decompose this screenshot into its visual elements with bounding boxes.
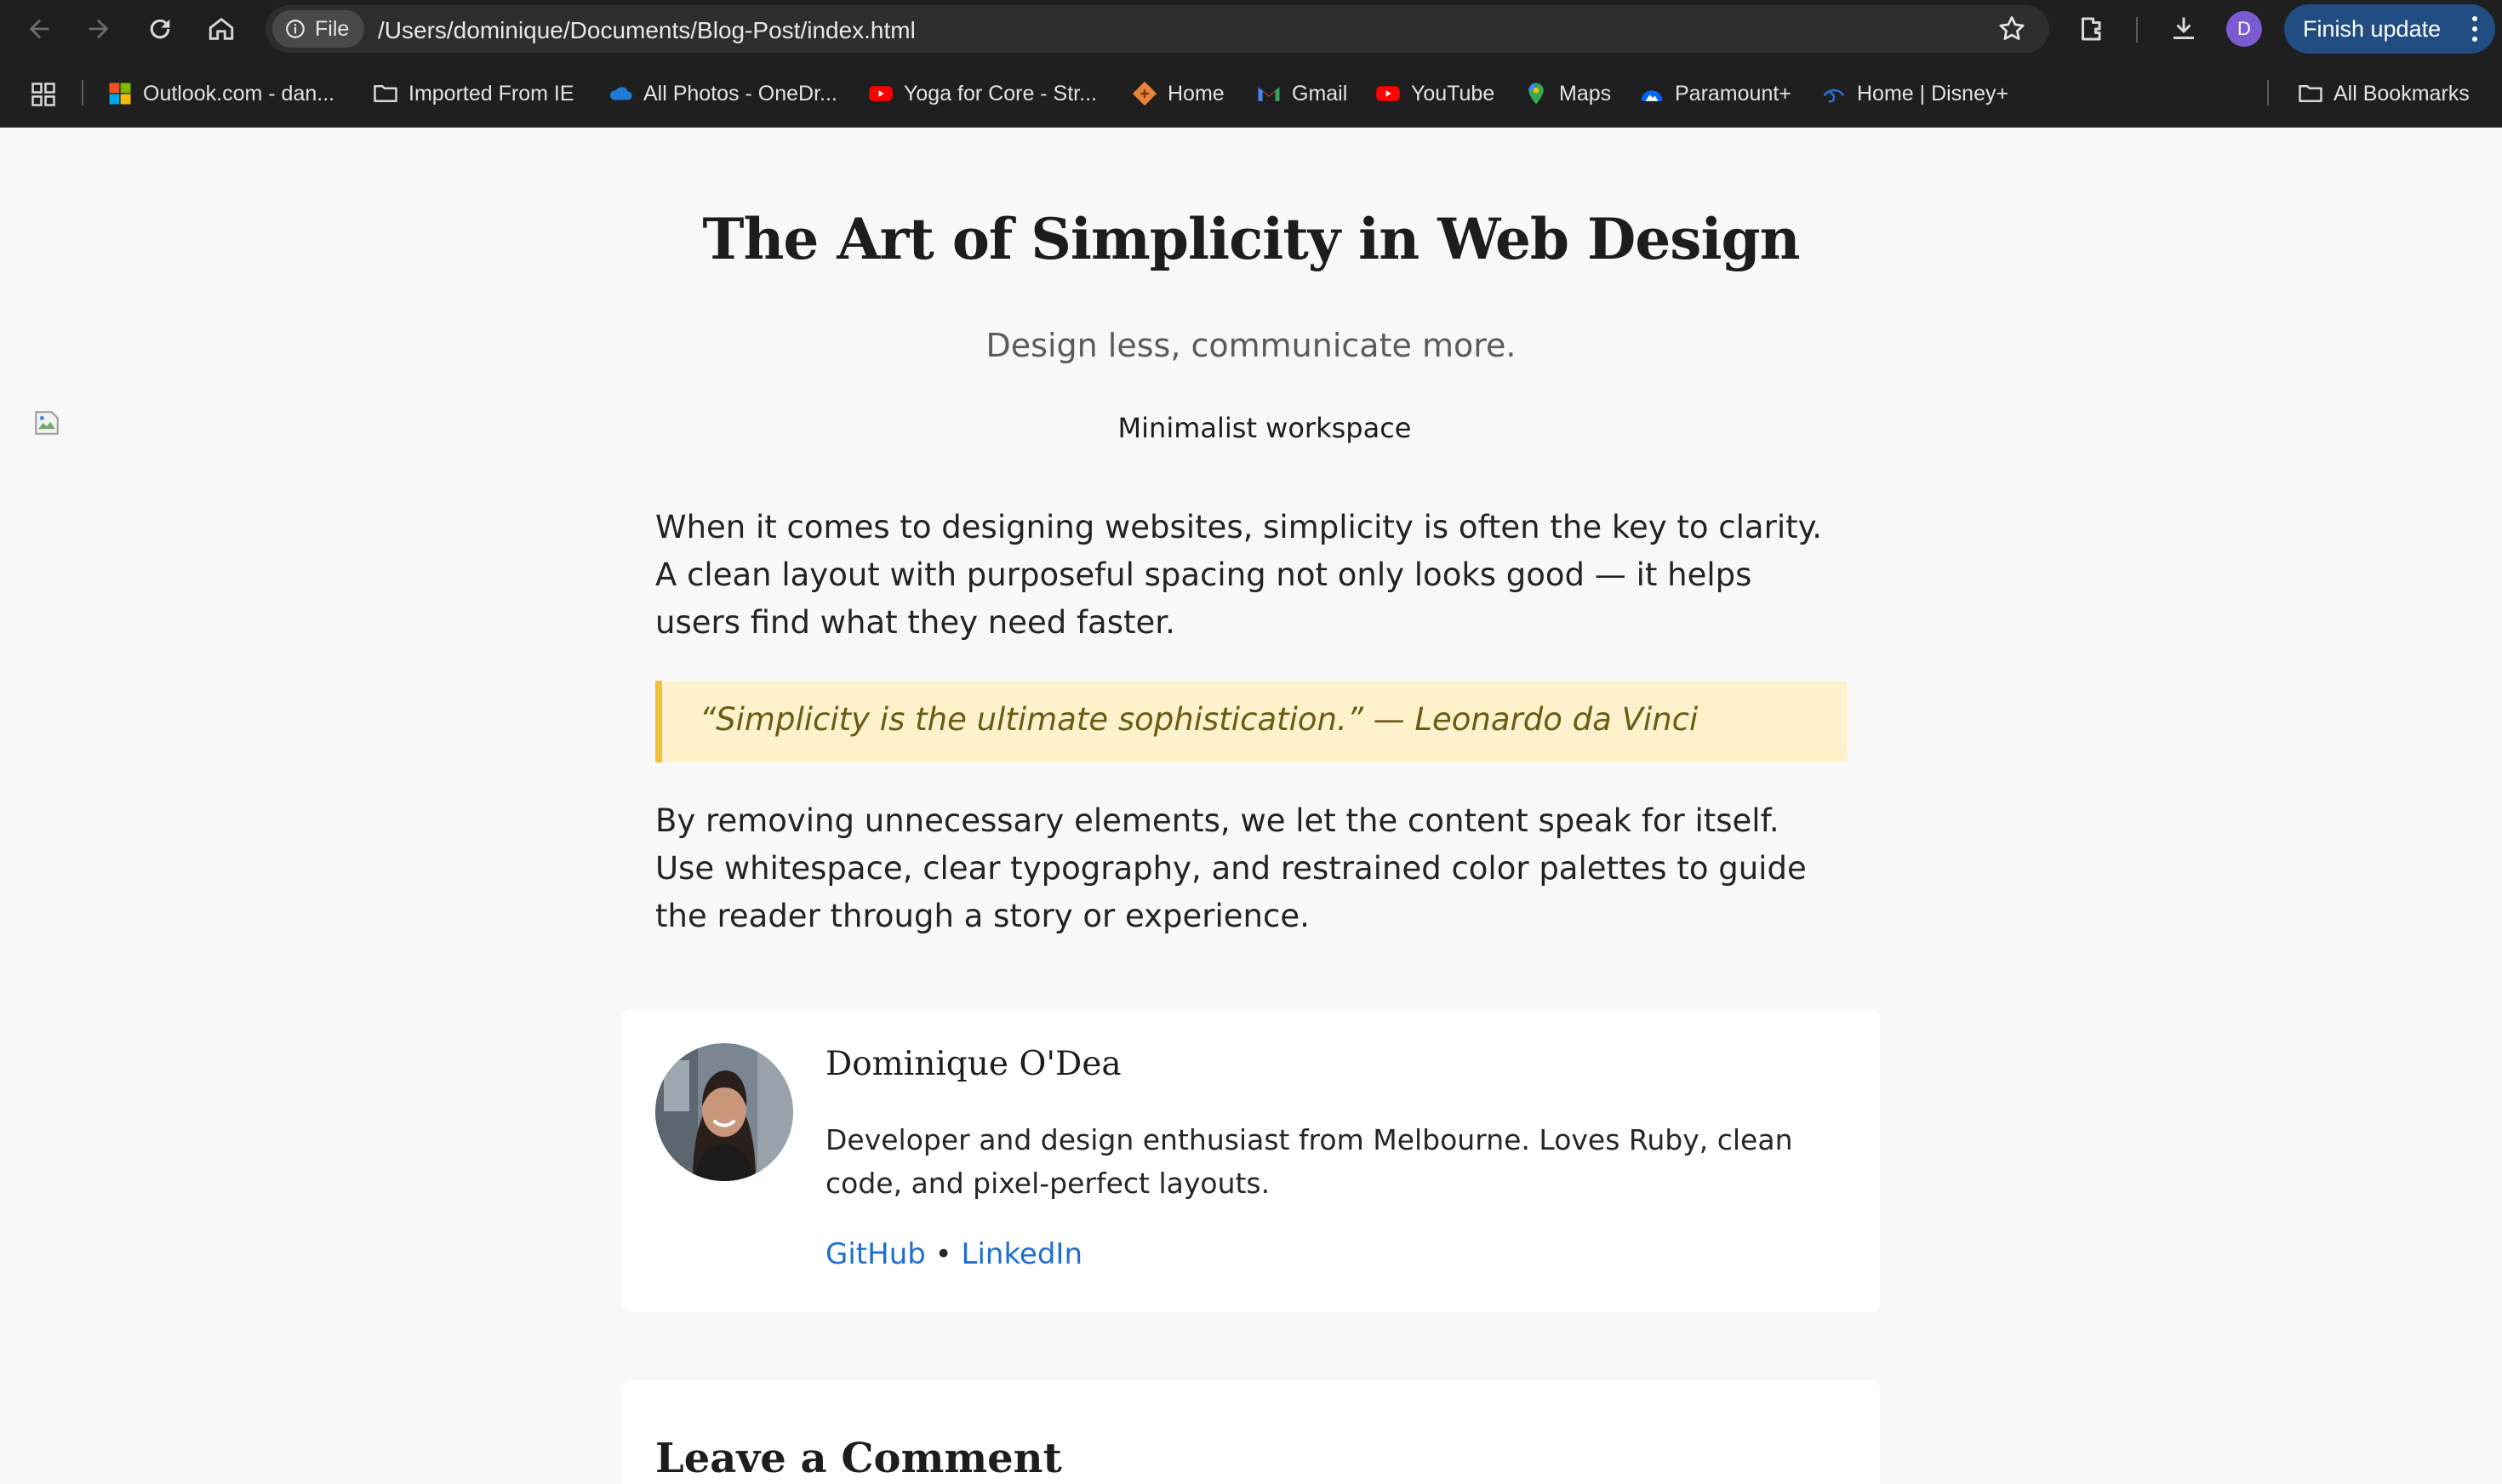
article-paragraph: By removing unnecessary elements, we let…	[655, 802, 1807, 934]
forward-arrow-icon	[89, 19, 109, 39]
reload-icon	[150, 19, 170, 39]
download-icon[interactable]	[2168, 14, 2199, 44]
reload-button[interactable]	[143, 12, 177, 46]
author-bio: Developer and design enthusiast from Mel…	[825, 1123, 1793, 1200]
bookmark-imported-from-ie[interactable]: Imported From IE	[373, 78, 574, 109]
youtube-icon	[869, 86, 893, 101]
link-separator: •	[934, 1237, 952, 1271]
author-photo-image	[655, 1043, 793, 1181]
bookmark-disney-plus[interactable]: Home | Disney+	[1821, 78, 2008, 109]
finish-update-label: Finish update	[2303, 15, 2442, 42]
home-icon	[208, 17, 234, 40]
bookmark-paramount[interactable]: Paramount+	[1639, 78, 1791, 109]
pull-quote-text: “Simplicity is the ultimate sophisticati…	[700, 701, 1699, 738]
gmail-icon	[1258, 87, 1280, 101]
bookmark-youtube[interactable]: YouTube	[1375, 78, 1494, 109]
bookmark-label: Imported From IE	[408, 81, 574, 106]
author-name: Dominique O'Dea	[825, 1045, 1122, 1083]
folder-icon	[2299, 85, 2322, 102]
bookmark-maps[interactable]: Maps	[1523, 78, 1611, 109]
comment-section: Leave a Comment	[622, 1380, 1880, 1484]
page-content: The Art of Simplicity in Web Design Desi…	[0, 128, 2502, 1484]
bookmark-label: Paramount+	[1675, 81, 1791, 106]
home-button[interactable]	[204, 12, 238, 46]
disney-icon	[1823, 88, 1845, 103]
article-subtitle: Design less, communicate more.	[985, 327, 1517, 364]
site-info-chip[interactable]: File	[272, 10, 365, 48]
extensions-icon[interactable]	[2076, 14, 2107, 44]
comment-heading: Leave a Comment	[655, 1435, 1062, 1482]
bookmark-label: Outlook.com - dan...	[143, 81, 335, 106]
github-link[interactable]: GitHub	[825, 1237, 926, 1271]
bookmark-gmail[interactable]: Gmail	[1256, 78, 1347, 109]
back-button[interactable]	[22, 12, 56, 46]
pull-quote: “Simplicity is the ultimate sophisticati…	[655, 681, 1847, 762]
all-bookmarks-label: All Bookmarks	[2333, 81, 2470, 106]
article-paragraph: When it comes to designing websites, sim…	[655, 509, 1822, 641]
bookmark-label: Home	[1168, 81, 1225, 106]
hero-image-alt-text: Minimalist workspace	[1117, 412, 1412, 444]
bookmark-yoga-for-core[interactable]: Yoga for Core - Str...	[868, 78, 1097, 109]
microsoft-icon	[109, 83, 131, 105]
bookmark-label: Home | Disney+	[1857, 81, 2009, 106]
profile-avatar[interactable]: D	[2226, 11, 2262, 47]
more-vert-icon[interactable]	[2471, 15, 2478, 43]
article-title: The Art of Simplicity in Web Design	[702, 206, 1800, 272]
maps-pin-icon	[1528, 83, 1544, 105]
author-avatar	[655, 1043, 793, 1181]
paramount-icon	[1641, 90, 1663, 101]
bookmark-label: All Photos - OneDr...	[643, 81, 837, 106]
address-bar[interactable]: File /Users/dominique/Documents/Blog-Pos…	[266, 5, 2049, 53]
bookmark-label: YouTube	[1411, 81, 1495, 106]
bookmark-label: Yoga for Core - Str...	[904, 81, 1097, 106]
forward-button[interactable]	[82, 12, 116, 46]
file-chip-label: File	[315, 16, 350, 41]
browser-toolbar: File /Users/dominique/Documents/Blog-Pos…	[0, 0, 2502, 58]
bookmarks-divider	[82, 80, 83, 106]
folder-icon	[374, 85, 397, 102]
bookmarks-bar: Outlook.com - dan... Imported From IE Al…	[0, 58, 2502, 128]
apps-grid-icon[interactable]	[31, 82, 56, 107]
bookmark-home[interactable]: Home	[1132, 78, 1225, 109]
back-arrow-icon	[29, 19, 49, 39]
star-icon[interactable]	[1996, 14, 2027, 44]
youtube-icon	[1376, 86, 1400, 101]
bookmarks-divider	[2267, 80, 2269, 106]
bookmark-outlook[interactable]: Outlook.com - dan...	[107, 78, 334, 109]
toolbar-divider	[2136, 17, 2138, 43]
url-text[interactable]: /Users/dominique/Documents/Blog-Post/ind…	[378, 17, 916, 44]
linkedin-link[interactable]: LinkedIn	[962, 1237, 1083, 1271]
info-icon	[286, 20, 305, 38]
bookmark-label: Maps	[1559, 81, 1612, 106]
author-card: Dominique O'Dea Developer and design ent…	[622, 1009, 1880, 1312]
finish-update-button[interactable]: Finish update	[2284, 4, 2495, 54]
all-bookmarks-button[interactable]: All Bookmarks	[2298, 78, 2470, 109]
bookmark-onedrive-photos[interactable]: All Photos - OneDr...	[608, 78, 837, 109]
author-links: GitHub • LinkedIn	[825, 1237, 1082, 1271]
home-favicon-icon	[1132, 81, 1157, 106]
onedrive-cloud-icon	[609, 87, 632, 100]
bookmark-label: Gmail	[1292, 81, 1348, 106]
